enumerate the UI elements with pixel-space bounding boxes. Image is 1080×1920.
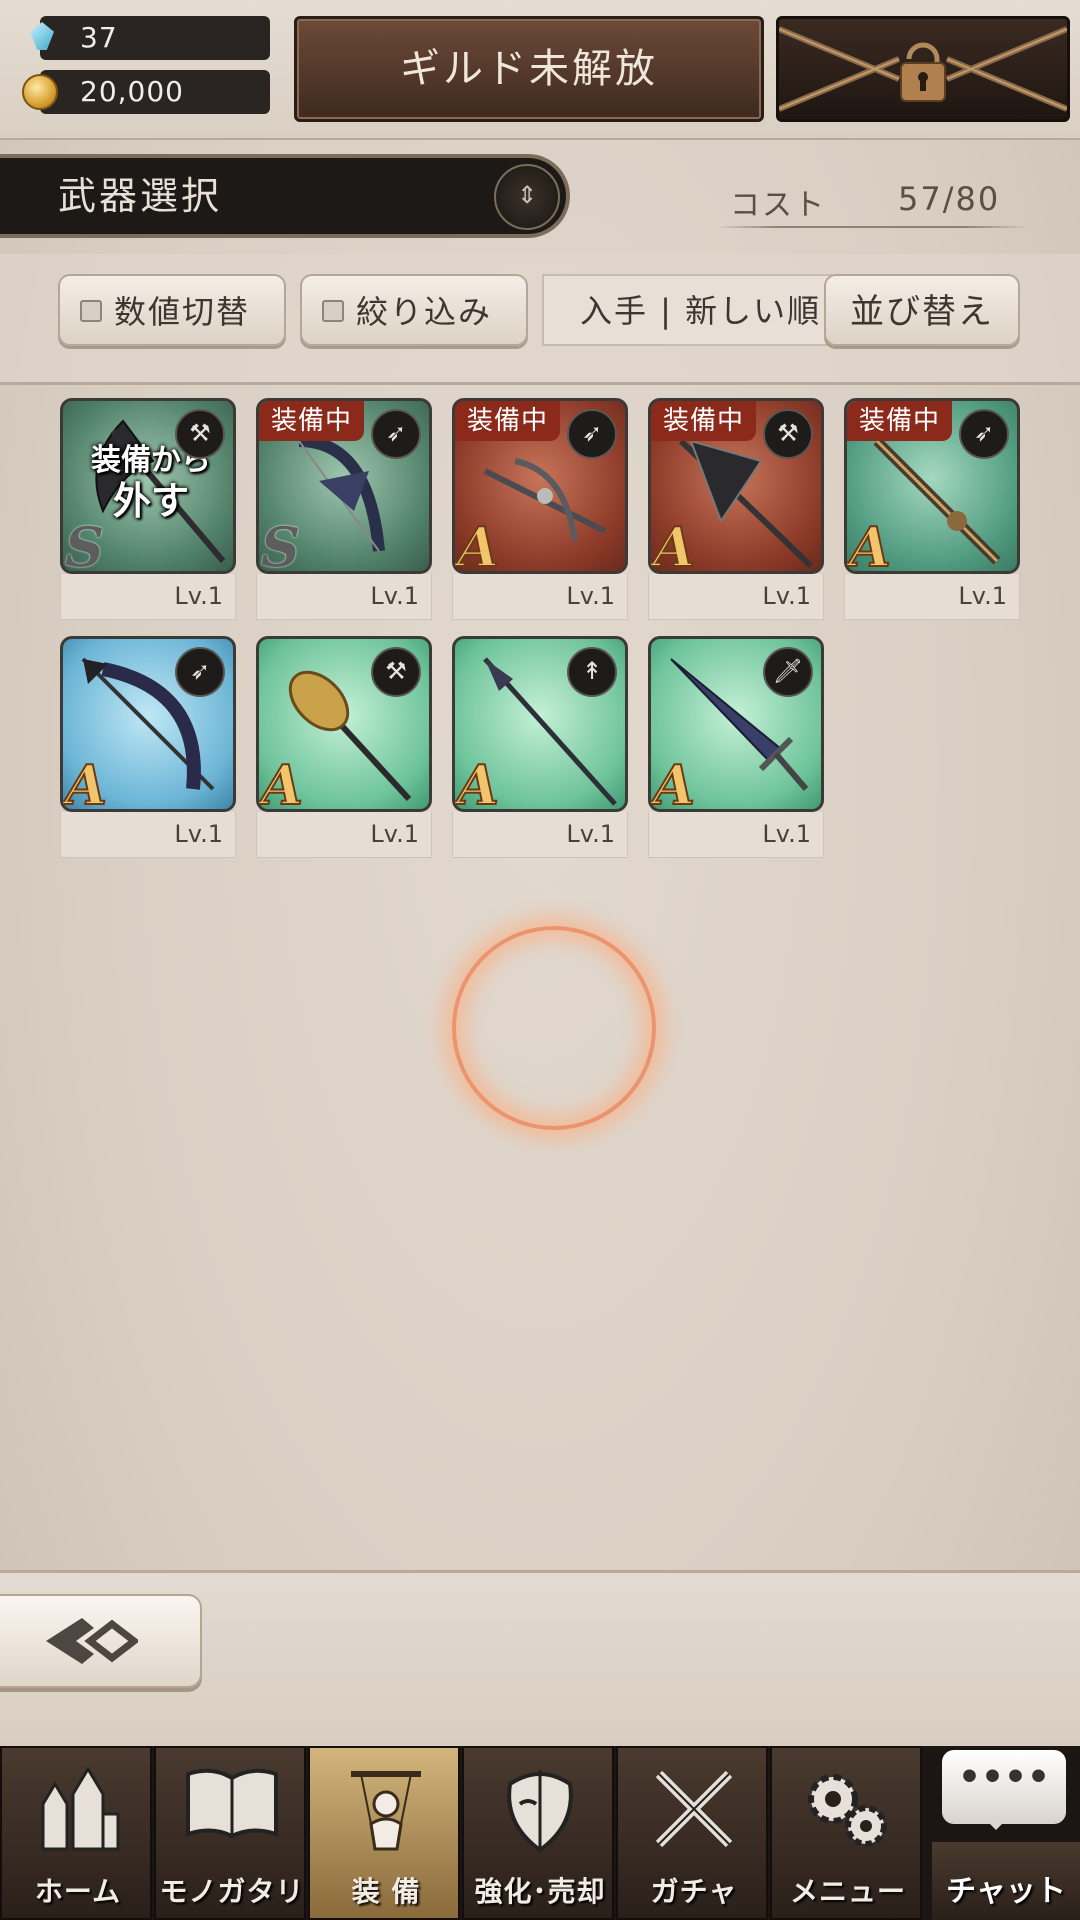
weapon-art: 装備中 ➶ A (844, 398, 1020, 574)
weapon-card[interactable]: ➶ A Lv.1 (60, 636, 236, 858)
weapon-level: Lv.1 (452, 574, 628, 620)
weapon-art: 装備中 ➶ A (452, 398, 628, 574)
locked-panel[interactable] (776, 16, 1070, 122)
axe-icon: ⚒ (763, 409, 813, 459)
gem-icon (30, 22, 54, 50)
gem-count: 37 (80, 21, 118, 54)
chain-lock-icon (779, 26, 1067, 112)
back-button[interactable] (0, 1594, 202, 1688)
narrow-label: 絞り込み (356, 293, 493, 331)
bow-icon: ➶ (371, 409, 421, 459)
weapon-level: Lv.1 (452, 812, 628, 858)
weapon-art: ➶ A (60, 636, 236, 812)
gears-icon (808, 1774, 887, 1847)
chat-label: チャット (946, 1874, 1066, 1909)
nav-equipment[interactable]: 装 備 (308, 1746, 460, 1920)
rank-badge: S (261, 515, 300, 574)
guild-button[interactable]: ギルド未解放 (294, 16, 764, 122)
tap-effect-ring (452, 926, 656, 1130)
gem-counter: 37 (30, 16, 270, 60)
page-title: 武器選択 (58, 174, 223, 218)
bottom-nav: ホーム モノガタリ 装 備 強化･売却 ガチャ メニュー •••• チャット (0, 1746, 1080, 1920)
cost-divider (716, 226, 1028, 228)
title-switch-button[interactable]: ⇕ (494, 164, 560, 230)
equipped-badge: 装備中 (651, 401, 757, 441)
weapon-card[interactable]: 装備から 外す ⚒ S Lv.1 (60, 398, 236, 620)
coin-counter: 20,000 (22, 70, 270, 114)
cost-label: コスト (730, 188, 826, 223)
nav-upgrade-sell[interactable]: 強化･売却 (462, 1746, 614, 1920)
cost-value: 57/80 (898, 180, 1001, 218)
weapon-art: 装備中 ➶ S (256, 398, 432, 574)
crossed-swords-icon (655, 1770, 733, 1848)
back-arrow-icon (46, 1618, 138, 1664)
narrow-button[interactable]: 絞り込み (300, 274, 528, 346)
sword-icon: 🗡 (763, 647, 813, 697)
weapon-art: ↟ A (452, 636, 628, 812)
nav-home[interactable]: ホーム (0, 1746, 152, 1920)
weapon-art: 装備から 外す ⚒ S (60, 398, 236, 574)
weapon-level: Lv.1 (648, 812, 824, 858)
weapon-art: 装備中 ⚒ A (648, 398, 824, 574)
weapon-card[interactable]: 🗡 A Lv.1 (648, 636, 824, 858)
nav-label: 強化･売却 (474, 1875, 606, 1908)
castle-icon (41, 1766, 120, 1851)
weapon-art: ⚒ A (256, 636, 432, 812)
nav-menu[interactable]: メニュー (770, 1746, 922, 1920)
equipped-badge: 装備中 (847, 401, 953, 441)
toggle-values-label: 数値切替 (114, 293, 251, 331)
rank-badge: A (652, 515, 696, 574)
checkbox-icon (80, 300, 102, 322)
sort-button[interactable]: 並び替え (824, 274, 1020, 346)
nav-label: メニュー (789, 1875, 906, 1908)
chat-bubble-icon: •••• (942, 1750, 1066, 1830)
hammer-icon: ⚒ (371, 647, 421, 697)
weapon-card[interactable]: 装備中 ➶ S Lv.1 (256, 398, 432, 620)
top-bar: 37 20,000 ギルド未解放 (0, 0, 1080, 140)
nav-gacha[interactable]: ガチャ (616, 1746, 768, 1920)
chat-button[interactable]: •••• チャット (932, 1746, 1080, 1920)
bow-icon: ➶ (175, 647, 225, 697)
weapon-level: Lv.1 (256, 812, 432, 858)
rank-badge: A (260, 753, 304, 812)
coin-icon (22, 74, 58, 110)
nav-label: 装 備 (351, 1875, 421, 1908)
rank-badge: A (456, 753, 500, 812)
mask-icon (507, 1770, 573, 1853)
weapon-level: Lv.1 (844, 574, 1020, 620)
nav-label: ホーム (34, 1875, 122, 1908)
weapon-card[interactable]: 装備中 ➶ A Lv.1 (452, 398, 628, 620)
weapon-card[interactable]: ⚒ A Lv.1 (256, 636, 432, 858)
weapon-card[interactable]: 装備中 ➶ A Lv.1 (844, 398, 1020, 620)
checkbox-icon (322, 300, 344, 322)
switch-arrows-icon: ⇕ (516, 181, 538, 209)
equipped-badge: 装備中 (259, 401, 365, 441)
rank-badge: A (64, 753, 108, 812)
nav-story[interactable]: モノガタリ (154, 1746, 306, 1920)
rank-badge: S (65, 515, 104, 574)
rank-badge: A (848, 515, 892, 574)
weapon-level: Lv.1 (256, 574, 432, 620)
spear-icon: ↟ (567, 647, 617, 697)
weapon-card[interactable]: ↟ A Lv.1 (452, 636, 628, 858)
toggle-values-button[interactable]: 数値切替 (58, 274, 286, 346)
equipped-badge: 装備中 (455, 401, 561, 441)
book-icon (186, 1768, 278, 1839)
weapon-level: Lv.1 (60, 812, 236, 858)
nav-label: モノガタリ (159, 1875, 305, 1908)
axe-icon: ⚒ (175, 409, 225, 459)
weapon-art: 🗡 A (648, 636, 824, 812)
coin-count: 20,000 (80, 75, 184, 108)
puppet-icon (351, 1771, 421, 1851)
nav-label: ガチャ (650, 1875, 738, 1908)
bow-icon: ➶ (959, 409, 1009, 459)
rank-badge: A (652, 753, 696, 812)
bow-icon: ➶ (567, 409, 617, 459)
weapon-level: Lv.1 (60, 574, 236, 620)
sort-current: 入手 | 新しい順 (542, 274, 832, 346)
weapon-card[interactable]: 装備中 ⚒ A Lv.1 (648, 398, 824, 620)
weapon-level: Lv.1 (648, 574, 824, 620)
title-bar: 武器選択 ⇕ (0, 154, 570, 238)
rank-badge: A (456, 515, 500, 574)
